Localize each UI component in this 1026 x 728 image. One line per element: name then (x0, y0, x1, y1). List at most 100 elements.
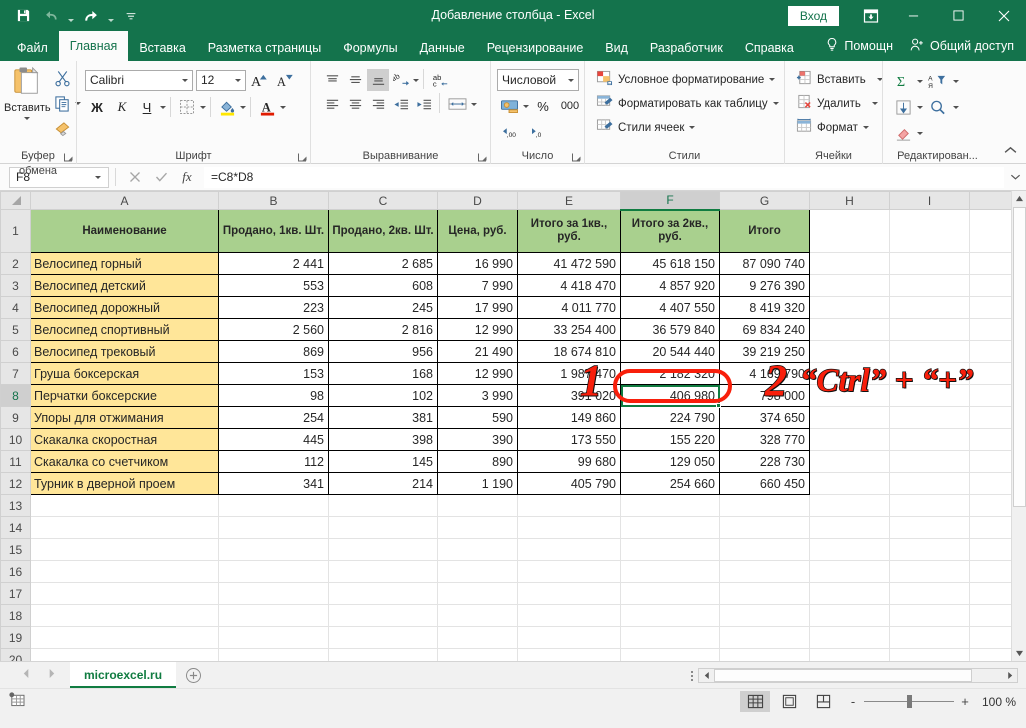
cell-C5[interactable]: 2 816 (329, 319, 438, 341)
fill-handle[interactable] (716, 403, 721, 408)
row-header-15[interactable]: 15 (1, 539, 31, 561)
cell-F9[interactable]: 224 790 (621, 407, 720, 429)
tell-me-search[interactable]: Помощн (819, 33, 899, 59)
borders-dropdown-icon[interactable] (200, 106, 206, 109)
cell-A9[interactable]: Упоры для отжимания (31, 407, 219, 429)
cell-J20[interactable] (970, 649, 1012, 662)
cell-A16[interactable] (31, 561, 219, 583)
zoom-thumb[interactable] (907, 695, 912, 708)
autosum-dropdown-icon[interactable] (917, 80, 923, 83)
cell-A18[interactable] (31, 605, 219, 627)
cell-H7[interactable] (810, 363, 890, 385)
cell-I1[interactable] (890, 210, 970, 253)
cell-J5[interactable] (970, 319, 1012, 341)
cell-I15[interactable] (890, 539, 970, 561)
cell-I8[interactable] (890, 385, 970, 407)
cell-F7[interactable]: 2 182 320 (621, 363, 720, 385)
cell-D10[interactable]: 390 (438, 429, 518, 451)
cell-A5[interactable]: Велосипед спортивный (31, 319, 219, 341)
maximize-button[interactable] (936, 0, 981, 31)
sort-filter-dropdown-icon[interactable] (953, 80, 959, 83)
cell-C4[interactable]: 245 (329, 297, 438, 319)
cell-B14[interactable] (219, 517, 329, 539)
merge-center-icon[interactable] (444, 93, 470, 115)
cell-D2[interactable]: 16 990 (438, 253, 518, 275)
select-all-corner[interactable] (1, 192, 31, 210)
cell-E4[interactable]: 4 011 770 (518, 297, 621, 319)
cell-F19[interactable] (621, 627, 720, 649)
cell-J4[interactable] (970, 297, 1012, 319)
cell-F13[interactable] (621, 495, 720, 517)
cell-B13[interactable] (219, 495, 329, 517)
cell-H14[interactable] (810, 517, 890, 539)
cell-G16[interactable] (720, 561, 810, 583)
cell-C13[interactable] (329, 495, 438, 517)
accounting-dropdown-icon[interactable] (523, 105, 529, 108)
cell-F14[interactable] (621, 517, 720, 539)
cell-E5[interactable]: 33 254 400 (518, 319, 621, 341)
cell-C15[interactable] (329, 539, 438, 561)
tab-help[interactable]: Справка (734, 35, 805, 61)
cell-E17[interactable] (518, 583, 621, 605)
cell-J6[interactable] (970, 341, 1012, 363)
cell-A19[interactable] (31, 627, 219, 649)
zoom-level[interactable]: 100 % (974, 695, 1016, 709)
row-header-11[interactable]: 11 (1, 451, 31, 473)
insert-cells-button[interactable]: Вставить (791, 68, 888, 91)
number-format-dropdown-icon[interactable] (563, 79, 578, 82)
format-cells-button[interactable]: Формат (791, 116, 874, 139)
cell-A4[interactable]: Велосипед дорожный (31, 297, 219, 319)
cell-B18[interactable] (219, 605, 329, 627)
cell-C9[interactable]: 381 (329, 407, 438, 429)
normal-view-icon[interactable] (740, 691, 770, 712)
scroll-up-icon[interactable] (1012, 191, 1026, 206)
cell-J18[interactable] (970, 605, 1012, 627)
accounting-format-icon[interactable] (497, 94, 521, 118)
cell-I4[interactable] (890, 297, 970, 319)
cell-F16[interactable] (621, 561, 720, 583)
font-size-dropdown-icon[interactable] (230, 79, 245, 82)
row-header-1[interactable]: 1 (1, 210, 31, 253)
cell-F8[interactable]: 406 980 (621, 385, 720, 407)
font-name-combo[interactable]: Calibri (85, 70, 193, 91)
name-box-dropdown-icon[interactable] (90, 176, 106, 179)
cell-D11[interactable]: 890 (438, 451, 518, 473)
cell-H1[interactable] (810, 210, 890, 253)
cell-I18[interactable] (890, 605, 970, 627)
page-break-view-icon[interactable] (808, 691, 838, 712)
cell-E10[interactable]: 173 550 (518, 429, 621, 451)
format-as-table-dropdown-icon[interactable] (773, 102, 779, 105)
cell-G19[interactable] (720, 627, 810, 649)
font-color-dropdown-icon[interactable] (280, 106, 286, 109)
orientation-dropdown-icon[interactable] (413, 79, 419, 82)
cell-I11[interactable] (890, 451, 970, 473)
bold-button[interactable]: Ж (85, 95, 109, 119)
cell-J13[interactable] (970, 495, 1012, 517)
cell-G18[interactable] (720, 605, 810, 627)
cell-I3[interactable] (890, 275, 970, 297)
insert-function-icon[interactable]: fx (174, 167, 200, 188)
vertical-scroll-thumb[interactable] (1013, 207, 1026, 507)
column-header-b[interactable]: B (219, 192, 329, 210)
cell-C8[interactable]: 102 (329, 385, 438, 407)
cell-I7[interactable] (890, 363, 970, 385)
format-as-table-button[interactable]: Форматировать как таблицу (591, 92, 784, 115)
cell-G5[interactable]: 69 834 240 (720, 319, 810, 341)
cell-D18[interactable] (438, 605, 518, 627)
sign-in-button[interactable]: Вход (788, 6, 839, 26)
cell-C17[interactable] (329, 583, 438, 605)
cell-H9[interactable] (810, 407, 890, 429)
cell-D3[interactable]: 7 990 (438, 275, 518, 297)
cell-C7[interactable]: 168 (329, 363, 438, 385)
cell-F6[interactable]: 20 544 440 (621, 341, 720, 363)
cell-H16[interactable] (810, 561, 890, 583)
scroll-left-icon[interactable] (699, 669, 714, 682)
find-select-dropdown-icon[interactable] (953, 106, 959, 109)
cell-A8[interactable]: Перчатки боксерские (31, 385, 219, 407)
row-header-7[interactable]: 7 (1, 363, 31, 385)
cell-H19[interactable] (810, 627, 890, 649)
cell-H17[interactable] (810, 583, 890, 605)
tab-page-layout[interactable]: Разметка страницы (197, 35, 332, 61)
cell-H2[interactable] (810, 253, 890, 275)
cell-D16[interactable] (438, 561, 518, 583)
